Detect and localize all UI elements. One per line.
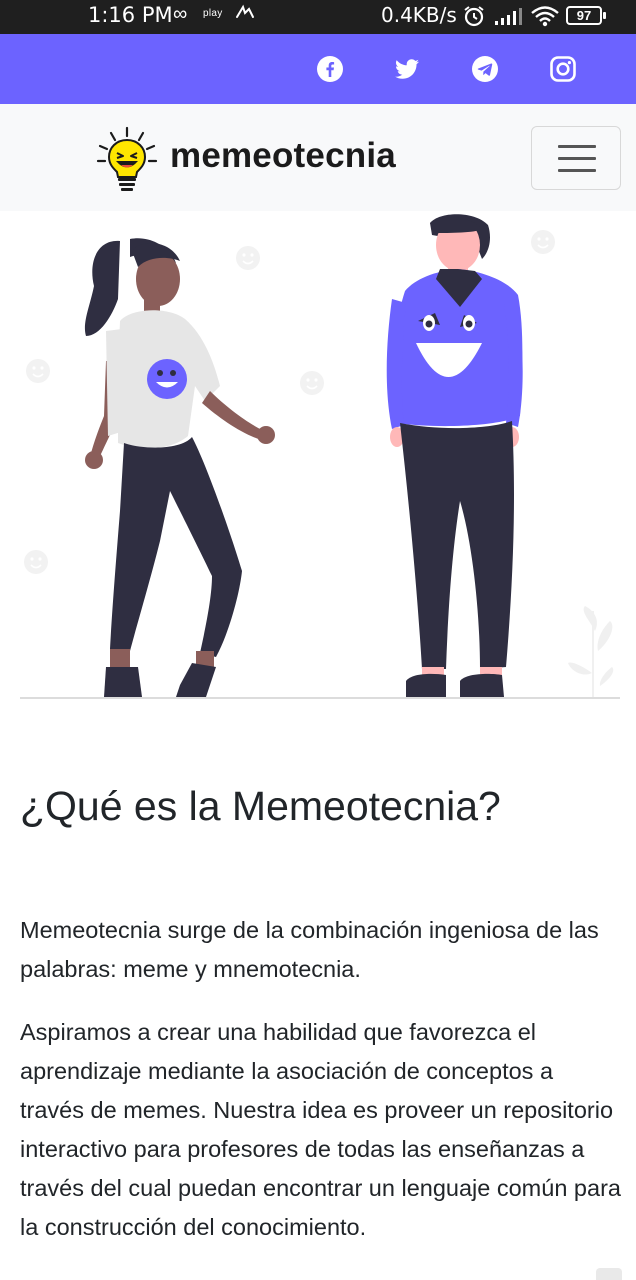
navbar: memeotecnia bbox=[0, 104, 636, 211]
scroll-to-top-button[interactable] bbox=[596, 1268, 622, 1280]
network-speed: 0.4KB/s bbox=[381, 3, 457, 27]
intro-paragraph: Memeotecnia surge de la combinación inge… bbox=[20, 917, 599, 982]
hamburger-menu-icon[interactable] bbox=[531, 126, 621, 190]
brand-name[interactable]: memeotecnia bbox=[170, 136, 396, 176]
status-time: 1:16 PM bbox=[88, 3, 173, 27]
alarm-icon bbox=[462, 4, 486, 33]
mission-paragraph: Aspiramos a crear una habilidad que favo… bbox=[20, 1019, 621, 1240]
loop-icon: ∞ bbox=[173, 3, 188, 25]
signal-icon bbox=[494, 8, 522, 31]
facebook-icon[interactable] bbox=[317, 56, 343, 82]
battery-icon: 97 bbox=[566, 6, 606, 25]
signature-icon bbox=[235, 3, 255, 26]
status-bar: 1:16 PM ∞ play 0.4KB/s 97 bbox=[0, 0, 636, 34]
page-heading: ¿Qué es la Memeotecnia? bbox=[20, 783, 501, 829]
telegram-icon[interactable] bbox=[472, 56, 498, 82]
social-bar bbox=[0, 34, 636, 104]
lightbulb-meme-icon[interactable] bbox=[96, 126, 158, 196]
twitter-icon[interactable] bbox=[394, 56, 420, 82]
wifi-icon bbox=[530, 5, 560, 32]
hero-illustration bbox=[20, 211, 620, 701]
instagram-icon[interactable] bbox=[550, 56, 576, 82]
play-store-label: play bbox=[203, 8, 223, 19]
